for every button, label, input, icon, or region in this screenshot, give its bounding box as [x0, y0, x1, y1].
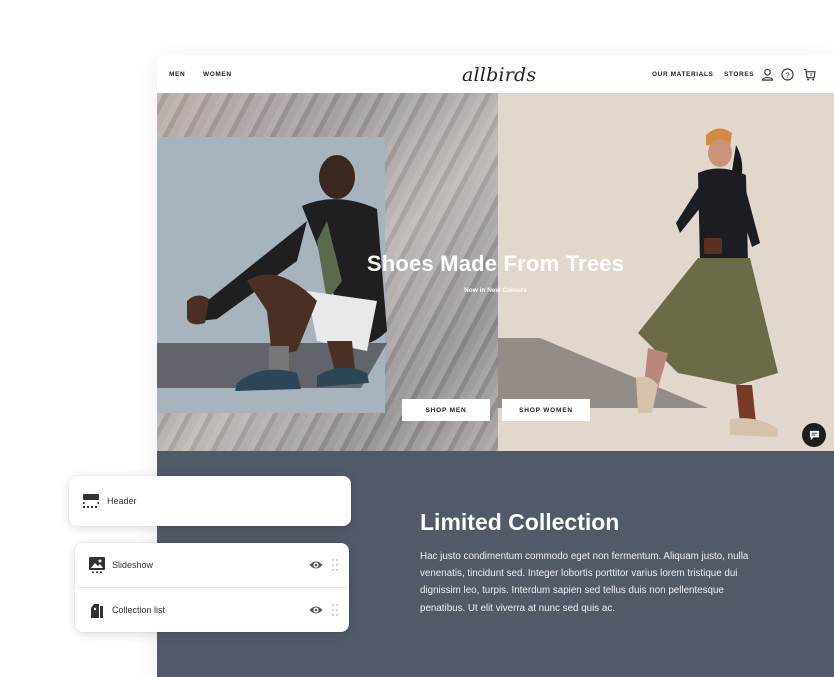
chat-icon	[809, 430, 819, 440]
nav-link-women[interactable]: WOMEN	[203, 71, 232, 78]
hero-subtitle: Now in New Colours	[464, 287, 527, 294]
section-label-slideshow: Slideshow	[112, 560, 154, 570]
svg-text:?: ?	[785, 70, 789, 79]
hero-title: Shoes Made From Trees	[366, 251, 625, 276]
nav-link-stores[interactable]: STORES	[724, 71, 754, 78]
header-section-card[interactable]: Header	[69, 476, 351, 526]
collection-title: Limited Collection	[420, 509, 620, 535]
sections-list-card: Slideshow Collection list	[75, 543, 349, 632]
account-icon[interactable]	[761, 68, 774, 81]
section-row-header[interactable]: Header	[69, 479, 351, 523]
section-row-slideshow[interactable]: Slideshow	[75, 543, 349, 587]
top-nav: MEN WOMEN allbirds OUR MATERIALS STORES …	[157, 55, 834, 93]
section-label-header: Header	[107, 496, 137, 506]
drag-handle-icon[interactable]	[331, 603, 339, 617]
shop-men-button[interactable]: SHOP MEN	[402, 399, 490, 421]
collection-body: Hac justo condimentum commodo eget non f…	[420, 551, 749, 614]
chat-button[interactable]	[802, 423, 826, 447]
drag-handle-icon[interactable]	[331, 558, 339, 572]
nav-link-our-materials[interactable]: OUR MATERIALS	[652, 71, 713, 78]
eye-icon[interactable]	[309, 558, 323, 572]
hero-banner: Shoes Made From Trees Now in New Colours…	[157, 93, 834, 451]
brand-logo[interactable]: allbirds	[462, 64, 536, 86]
section-label-collection-list: Collection list	[112, 605, 166, 615]
cart-icon[interactable]: 0	[803, 68, 816, 81]
women-model-image	[636, 128, 778, 437]
section-row-collection-list[interactable]: Collection list	[75, 588, 349, 632]
nav-link-men[interactable]: MEN	[169, 71, 185, 78]
cart-count: 0	[810, 72, 813, 77]
eye-icon[interactable]	[309, 603, 323, 617]
shop-women-button[interactable]: SHOP WOMEN	[502, 399, 590, 421]
tags-icon	[91, 604, 103, 618]
header-layout-icon	[83, 494, 99, 508]
image-icon	[89, 557, 105, 573]
help-icon[interactable]: ?	[781, 68, 794, 81]
